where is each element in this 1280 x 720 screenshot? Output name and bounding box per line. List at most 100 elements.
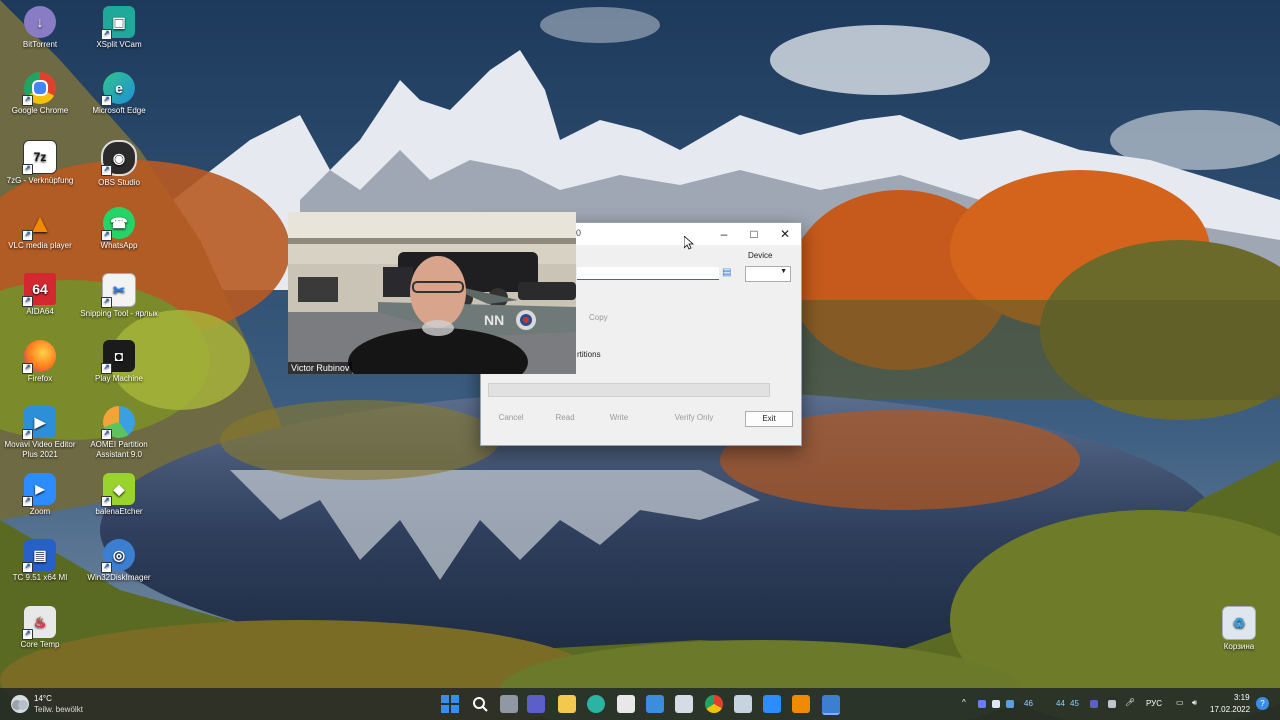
- desktop-icon-label: VLC media player: [8, 241, 72, 250]
- desktop-icon-label: Firefox: [27, 374, 53, 383]
- chevron-down-icon: ▼: [780, 268, 787, 275]
- desktop-icon-zoom[interactable]: ▶ ↗ Zoom: [1, 473, 79, 517]
- desktop-icon-label: balenaEtcher: [95, 507, 143, 516]
- teams-chat-icon[interactable]: [527, 695, 545, 713]
- desktop-icon-whatsapp[interactable]: ☎ ↗ WhatsApp: [80, 207, 158, 251]
- desktop-icon-label: WhatsApp: [100, 241, 138, 250]
- balena-cube-icon: ◆ ↗: [101, 473, 135, 507]
- clock-date[interactable]: 17.02.2022: [1210, 705, 1250, 714]
- tray-app-icon[interactable]: [1006, 700, 1014, 708]
- desktop-icon-aomei[interactable]: ↗ AOMEI Partition Assistant 9.0: [80, 406, 158, 460]
- desktop-icon-movavi[interactable]: ▶ ↗ Movavi Video Editor Plus 2021: [1, 406, 79, 460]
- vlc-cone-icon: ▲ ↗: [22, 207, 56, 241]
- vlc-taskbar-icon[interactable]: [792, 695, 810, 713]
- desktop-icon-vlc[interactable]: ▲ ↗ VLC media player: [1, 207, 79, 251]
- desktop-icon-balenaetcher[interactable]: ◆ ↗ balenaEtcher: [80, 473, 158, 517]
- volume-icon[interactable]: 🔊︎: [1192, 698, 1197, 708]
- chrome-taskbar-icon[interactable]: [705, 695, 723, 713]
- exit-button[interactable]: Exit: [745, 411, 793, 427]
- desktop-icon-label: Play Machine: [94, 374, 144, 383]
- cloudy-sun-icon: [11, 695, 29, 713]
- aomei-icon: ↗: [101, 406, 135, 440]
- webcam-video-frame: NN: [288, 212, 576, 374]
- whatsapp-icon: ☎ ↗: [101, 207, 135, 241]
- desktop-icon-label: Zoom: [29, 507, 51, 516]
- tray-app-icon[interactable]: [978, 700, 986, 708]
- desktop-icon-label: AOMEI Partition Assistant 9.0: [90, 440, 148, 459]
- snipping-tool-icon: ✂ ↗: [101, 273, 136, 308]
- disk-imager-icon: ◎ ↗: [101, 539, 135, 573]
- desktop-icon-label: Google Chrome: [11, 106, 69, 115]
- language-indicator[interactable]: РУС: [1146, 699, 1162, 708]
- desktop-icon-7zg[interactable]: 7z ↗ 7zG - Verknüpfung: [1, 140, 79, 186]
- tray-overflow-chevron-icon[interactable]: ^: [962, 698, 966, 707]
- tray-app-icon[interactable]: [1090, 700, 1098, 708]
- close-icon[interactable]: ✕: [772, 225, 798, 243]
- verify-only-button[interactable]: Verify Only: [665, 411, 723, 425]
- 7zip-icon: 7z ↗: [22, 140, 57, 175]
- weather-widget[interactable]: [8, 693, 32, 715]
- desktop-icon-core-temp[interactable]: ♨ ↗ Core Temp: [1, 606, 79, 650]
- copy-checkbox-label[interactable]: Copy: [589, 313, 608, 322]
- cancel-button[interactable]: Cancel: [489, 411, 533, 425]
- desktop-icon-snipping-tool[interactable]: ✂ ↗ Snipping Tool - ярлык: [80, 273, 158, 319]
- minimize-icon[interactable]: –: [711, 225, 737, 243]
- desktop-icon-label: Win32DiskImager: [87, 573, 151, 582]
- maximize-icon[interactable]: □: [741, 225, 767, 243]
- microphone-icon[interactable]: 🎤︎: [1125, 698, 1135, 707]
- read-button[interactable]: Read: [543, 411, 587, 425]
- desktop-icon-total-commander[interactable]: ▤ ↗ TC 9.51 x64 MI: [1, 539, 79, 583]
- desktop-icon-label: AIDA64: [26, 307, 54, 316]
- thermometer-icon: ♨ ↗: [22, 606, 56, 640]
- tray-cloud-icon[interactable]: [992, 700, 1000, 708]
- folder-browse-icon[interactable]: ▤: [722, 267, 736, 279]
- clock-time[interactable]: 3:19: [1234, 693, 1250, 702]
- search-icon[interactable]: [471, 695, 489, 713]
- network-icon[interactable]: ▭: [1176, 698, 1184, 707]
- gamepad-icon: ◘ ↗: [101, 340, 135, 374]
- desktop-icon-google-chrome[interactable]: ↗ Google Chrome: [1, 72, 79, 116]
- desktop-icon-label: Корзина: [1223, 642, 1255, 651]
- movavi-icon: ▶ ↗: [22, 406, 56, 440]
- calendar-icon[interactable]: [675, 695, 693, 713]
- edge-taskbar-icon[interactable]: [587, 695, 605, 713]
- desktop-icon-label: Microsoft Edge: [92, 106, 146, 115]
- desktop-icon-label: XSplit VCam: [96, 40, 142, 49]
- desktop-icon-obs-studio[interactable]: ◉ ↗ OBS Studio: [80, 140, 158, 188]
- desktop-icon-label: 7zG - Verknüpfung: [6, 176, 74, 185]
- photos-icon[interactable]: [734, 695, 752, 713]
- task-view-icon[interactable]: [500, 695, 518, 713]
- desktop-icon-xsplit-vcam[interactable]: ▣ ↗ XSplit VCam: [80, 6, 158, 50]
- floppy-disk-icon: ▤ ↗: [22, 539, 56, 573]
- zoom-icon: ▶ ↗: [22, 473, 56, 507]
- calculator-icon[interactable]: [646, 695, 664, 713]
- tray-temp-reading: 44: [1056, 699, 1065, 708]
- file-explorer-icon[interactable]: [558, 695, 576, 713]
- image-file-input[interactable]: [577, 267, 719, 280]
- firefox-icon: ↗: [22, 340, 56, 374]
- desktop-icon-win32diskimager[interactable]: ◎ ↗ Win32DiskImager: [80, 539, 158, 583]
- bittorrent-icon: ↓: [24, 6, 56, 38]
- notification-badge-icon[interactable]: ?: [1256, 697, 1269, 710]
- desktop-icon-label: Movavi Video Editor Plus 2021: [4, 440, 76, 459]
- desktop-icon-label: BitTorrent: [22, 40, 58, 49]
- desktop-icon-aida64[interactable]: 64 ↗ AIDA64: [1, 273, 79, 317]
- tray-app-icon[interactable]: [1108, 700, 1116, 708]
- desktop-icon-microsoft-edge[interactable]: e ↗ Microsoft Edge: [80, 72, 158, 116]
- desktop-icon-label: TC 9.51 x64 MI: [12, 573, 68, 582]
- desktop-icon-recycle-bin[interactable]: ♻ Корзина: [1200, 606, 1278, 652]
- start-windows-icon[interactable]: [441, 695, 459, 713]
- tray-temp-reading: 45: [1070, 699, 1079, 708]
- disk-imager-taskbar-icon[interactable]: [822, 695, 840, 715]
- desktop-icon-bittorrent[interactable]: ↓ BitTorrent: [1, 6, 79, 50]
- device-select[interactable]: ▼: [745, 266, 791, 282]
- store-icon[interactable]: [617, 695, 635, 713]
- desktop-icon-play-machine[interactable]: ◘ ↗ Play Machine: [80, 340, 158, 384]
- write-button[interactable]: Write: [597, 411, 641, 425]
- zoom-taskbar-icon[interactable]: [763, 695, 781, 713]
- desktop-icon-firefox[interactable]: ↗ Firefox: [1, 340, 79, 384]
- window-title: 0: [576, 228, 582, 238]
- chrome-icon: ↗: [22, 72, 56, 106]
- partitions-checkbox-label[interactable]: rtitions: [577, 350, 601, 359]
- desktop-icon-label: Snipping Tool - ярлык: [80, 309, 158, 318]
